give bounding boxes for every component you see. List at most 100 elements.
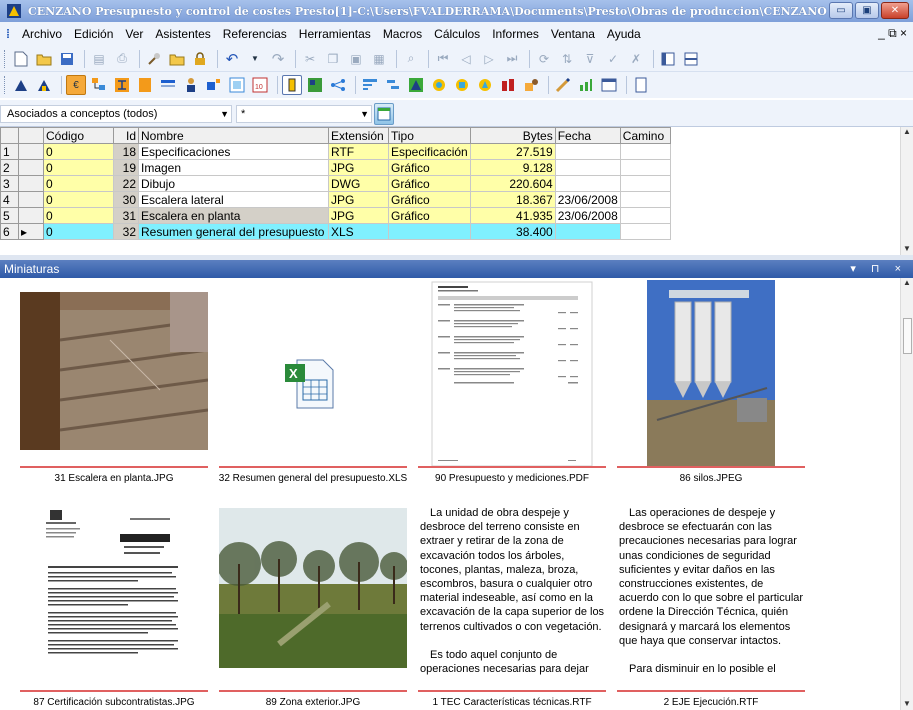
filter-icon[interactable]: ⊽ [580,49,600,69]
save-icon[interactable] [57,49,77,69]
rows-layout-icon[interactable] [681,49,701,69]
scroll-down-icon[interactable]: ▼ [901,699,913,708]
menu-calculos[interactable]: Cálculos [428,27,486,41]
window-icon[interactable] [599,75,619,95]
pane-controls[interactable]: ▾ ⊓ × [850,260,907,278]
certification-icon[interactable] [429,75,449,95]
previous-record-icon[interactable]: ◁ [456,49,476,69]
production-icon[interactable] [521,75,541,95]
delete-icon[interactable]: ✗ [626,49,646,69]
table-row[interactable]: 6 ▸ 0 32 Resumen general del presupuesto XLS 3… [0,223,731,240]
table-row[interactable]: 1 0 18 Especificaciones RTF Especificación 27.… [0,143,731,160]
cell-extension[interactable]: JPG [328,207,389,224]
col-header-fecha[interactable]: Fecha [554,127,621,144]
row-number[interactable]: 1 [0,143,19,160]
print-preview-icon[interactable]: ▤ [89,49,109,69]
copy-icon[interactable]: ❐ [323,49,343,69]
cell-bytes[interactable]: 18.367 [469,191,556,208]
cell-id[interactable]: 18 [113,143,139,160]
open-folder-icon[interactable] [34,49,54,69]
scroll-down-icon[interactable]: ▼ [901,244,913,253]
col-header-bytes[interactable]: Bytes [469,127,556,144]
col-header-extension[interactable]: Extensión [328,127,389,144]
cell-camino[interactable] [619,175,671,192]
cell-codigo[interactable]: 0 [43,175,114,192]
cell-fecha[interactable] [554,223,621,240]
next-record-icon[interactable]: ▷ [479,49,499,69]
cell-nombre[interactable]: Escalera en planta [138,207,329,224]
col-header-tipo[interactable]: Tipo [388,127,471,144]
sort-icon[interactable]: ⇅ [557,49,577,69]
row-marker[interactable] [18,191,44,208]
paste-icon[interactable]: ▣ [346,49,366,69]
undo-icon[interactable]: ↶ [222,49,242,69]
table-row[interactable]: 3 0 22 Dibujo DWG Gráfico 220.604 [0,175,731,192]
redo-icon[interactable]: ↷ [268,49,288,69]
cell-nombre[interactable]: Dibujo [138,175,329,192]
cell-tipo[interactable]: Especificación [388,143,471,160]
col-header-id[interactable]: Id [113,127,139,144]
thumbnails-icon[interactable] [305,75,325,95]
links-icon[interactable] [328,75,348,95]
row-marker[interactable] [18,143,44,160]
toolbar-grip[interactable] [4,49,7,68]
chevron-down-icon[interactable]: ▼ [360,106,369,122]
cell-bytes[interactable]: 220.604 [469,175,556,192]
apply-filter-button[interactable] [374,103,394,125]
cell-nombre[interactable]: Escalera lateral [138,191,329,208]
cell-id[interactable]: 19 [113,159,139,176]
paste-special-icon[interactable]: ▦ [369,49,389,69]
menu-herramientas[interactable]: Herramientas [293,27,377,41]
cell-tipo[interactable]: Gráfico [388,159,471,176]
grid-vertical-scrollbar[interactable]: ▲ ▼ [900,127,913,255]
suppliers-icon[interactable] [475,75,495,95]
cell-camino[interactable] [619,143,671,160]
tree-icon[interactable] [89,75,109,95]
cell-nombre[interactable]: Especificaciones [138,143,329,160]
columns-layout-icon[interactable] [658,49,678,69]
first-record-icon[interactable]: ⏮ [433,49,453,69]
cell-fecha[interactable]: 23/06/2008 [554,207,621,224]
cell-fecha[interactable] [554,143,621,160]
chevron-down-icon[interactable]: ▼ [220,106,229,122]
cell-camino[interactable] [619,191,671,208]
row-number[interactable]: 5 [0,207,19,224]
print-icon[interactable]: ⎙ [112,49,132,69]
row-marker[interactable] [18,207,44,224]
table-row[interactable]: 2 0 19 Imagen JPG Gráfico 9.128 [0,159,731,176]
cell-extension[interactable]: JPG [328,159,389,176]
last-record-icon[interactable]: ⏭ [502,49,522,69]
cell-tipo[interactable]: Gráfico [388,191,471,208]
tools-icon[interactable] [144,49,164,69]
cell-bytes[interactable]: 27.519 [469,143,556,160]
cell-extension[interactable]: DWG [328,175,389,192]
menu-edicion[interactable]: Edición [68,27,119,41]
cell-codigo[interactable]: 0 [43,191,114,208]
row-marker[interactable] [18,175,44,192]
menu-asistentes[interactable]: Asistentes [149,27,216,41]
cell-bytes[interactable]: 41.935 [469,207,556,224]
calendar-icon[interactable]: 10 [250,75,270,95]
cell-bytes[interactable]: 9.128 [469,159,556,176]
work-icon[interactable] [11,75,31,95]
new-file-icon[interactable] [11,49,31,69]
cell-id[interactable]: 32 [113,223,139,240]
contracts-icon[interactable] [452,75,472,95]
cell-id[interactable]: 31 [113,207,139,224]
hierarchy-icon[interactable] [112,75,132,95]
cell-extension[interactable]: JPG [328,191,389,208]
scrollbar-thumb[interactable] [903,318,912,354]
cell-tipo[interactable] [388,223,471,240]
row-marker[interactable]: ▸ [18,223,44,240]
refresh-icon[interactable]: ⟳ [534,49,554,69]
col-header-nombre[interactable]: Nombre [138,127,329,144]
budget-icon[interactable] [135,75,155,95]
maximize-button[interactable]: ▣ [855,2,879,19]
menu-ventana[interactable]: Ventana [545,27,601,41]
documents-icon[interactable] [282,75,302,95]
row-number[interactable]: 6 [0,223,19,240]
cell-camino[interactable] [619,207,671,224]
cell-codigo[interactable]: 0 [43,207,114,224]
costs-icon[interactable] [498,75,518,95]
cell-id[interactable]: 30 [113,191,139,208]
